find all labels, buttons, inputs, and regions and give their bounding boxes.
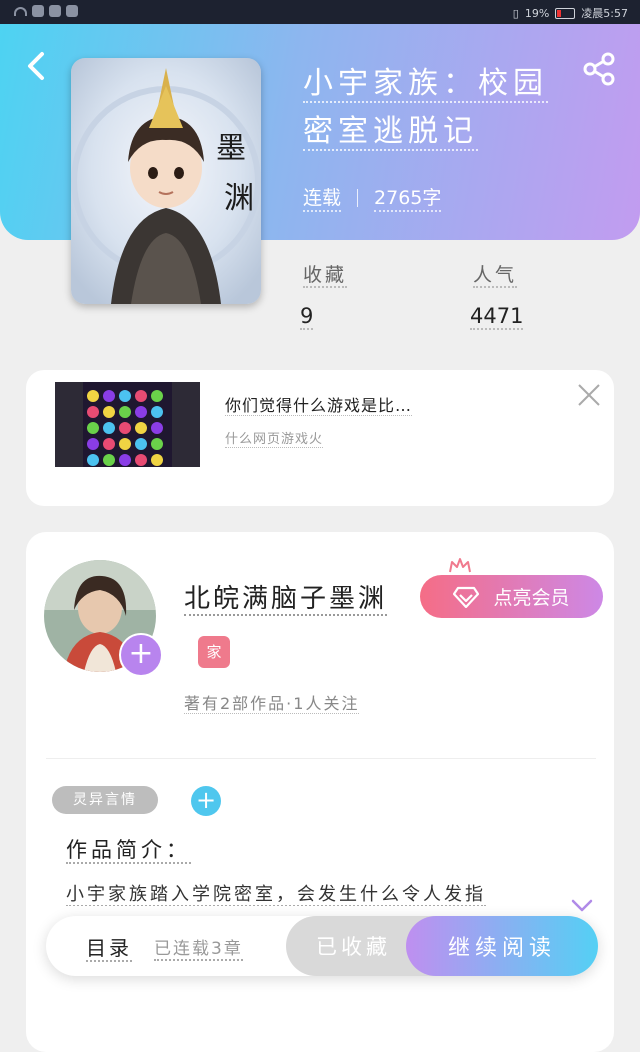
ad-card[interactable]: 你们觉得什么游戏是比… 什么网页游戏火 [26, 370, 614, 506]
popularity-value: 4471 [470, 304, 524, 330]
cover-char-top: 墨 [216, 131, 246, 166]
bottom-action-bar: 目录 已连载3章 已收藏 继续阅读 [46, 916, 598, 976]
genre-tag[interactable]: 灵异言情 [52, 786, 158, 814]
notification-icon [32, 5, 44, 17]
app-icon [66, 5, 78, 17]
close-icon[interactable] [576, 382, 602, 408]
book-cover[interactable]: 墨 渊 [71, 58, 261, 304]
share-icon[interactable] [582, 52, 616, 86]
author-badge: 家 [198, 636, 230, 668]
book-title-line1: 小宇家族：校园 [303, 66, 548, 103]
continue-reading-button[interactable]: 继续阅读 [406, 916, 598, 976]
popularity-label: 人气 [473, 264, 518, 288]
intro-label: 作品简介： [66, 838, 191, 864]
add-tag-button[interactable]: + [191, 786, 221, 816]
vip-button[interactable]: 点亮会员 [420, 575, 603, 618]
book-meta: 连载 2765字 [303, 183, 442, 212]
author-name[interactable]: 北皖满脑子墨渊 [184, 578, 388, 616]
battery-percent: 19% [524, 6, 550, 20]
ad-thumbnail [55, 382, 200, 467]
clock: 凌晨5:57 [581, 7, 628, 20]
book-title-line2: 密室逃脱记 [303, 114, 478, 151]
back-arrow-icon[interactable] [22, 50, 50, 82]
word-count: 2765字 [374, 183, 442, 212]
favorites-value: 9 [300, 304, 314, 330]
cover-char-bottom: 渊 [224, 181, 254, 216]
status-bar: ▯ 19% 凌晨5:57 [0, 0, 640, 24]
signal-icon: ▯ [512, 6, 519, 20]
intro-text: 小宇家族踏入学院密室，会发生什么令人发指 [66, 884, 486, 906]
message-icon [49, 5, 61, 17]
chevron-down-icon[interactable] [571, 898, 593, 914]
serial-chapters: 已连载3章 [154, 939, 243, 961]
crown-icon [449, 558, 471, 573]
follow-plus-button[interactable]: + [119, 633, 163, 677]
wifi-icon [14, 7, 27, 16]
meta-separator [357, 188, 359, 207]
divider [46, 758, 596, 759]
ad-subtitle: 什么网页游戏火 [225, 432, 324, 448]
battery-icon [555, 7, 576, 19]
serial-status: 连载 [303, 183, 342, 212]
cover-illustration: 墨 渊 [71, 58, 261, 304]
diamond-icon [453, 586, 480, 608]
author-stats: 著有2部作品·1人关注 [184, 694, 360, 714]
ad-title: 你们觉得什么游戏是比… [225, 396, 413, 416]
favorites-label: 收藏 [303, 264, 348, 288]
ad-game-image [55, 382, 200, 467]
toc-button[interactable]: 目录 [86, 932, 132, 962]
book-title: 小宇家族：校园 密室逃脱记 [303, 60, 583, 156]
vip-button-label: 点亮会员 [493, 587, 570, 609]
